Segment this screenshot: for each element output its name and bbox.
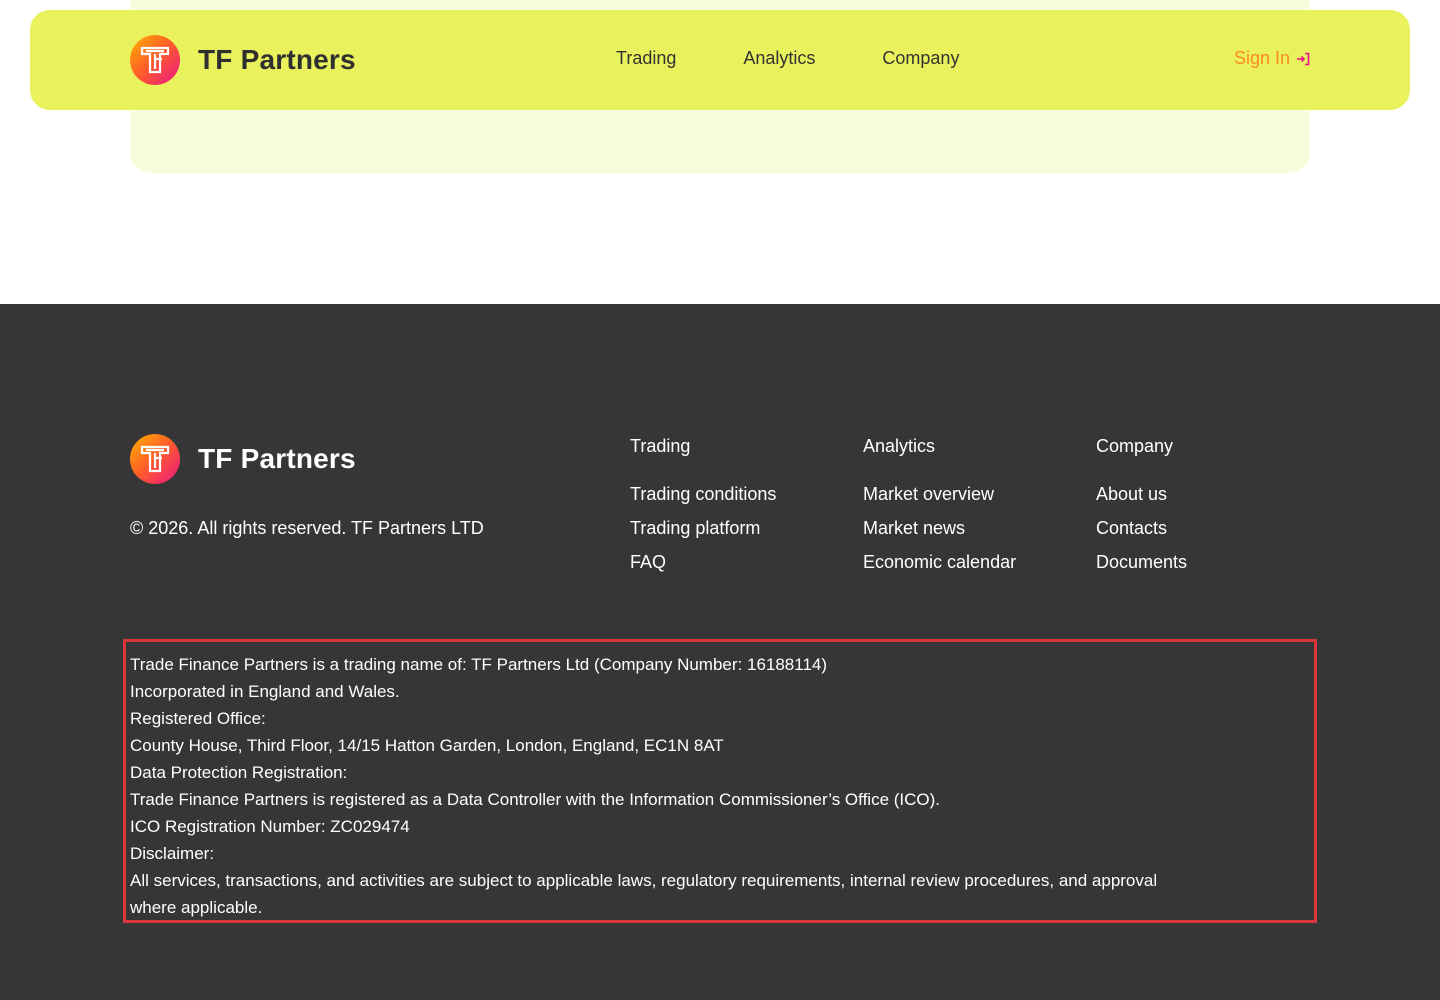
legal-line: ICO Registration Number: ZC029474 bbox=[130, 817, 410, 836]
footer-column-company: Company About us Contacts Documents bbox=[1096, 436, 1187, 585]
main-nav: Trading Analytics Company bbox=[616, 48, 1026, 69]
legal-line: Registered Office: bbox=[130, 709, 266, 728]
tf-logo-icon bbox=[130, 434, 180, 484]
footer-link-documents[interactable]: Documents bbox=[1096, 551, 1187, 585]
legal-line: Trade Finance Partners is registered as … bbox=[130, 790, 941, 809]
nav-item-trading[interactable]: Trading bbox=[616, 48, 676, 69]
footer-brand[interactable]: TF Partners bbox=[130, 434, 356, 484]
footer-link-trading-conditions[interactable]: Trading conditions bbox=[630, 483, 776, 517]
nav-item-analytics[interactable]: Analytics bbox=[743, 48, 815, 69]
legal-line: All services, transactions, and activiti… bbox=[130, 871, 1158, 890]
footer-link-market-news[interactable]: Market news bbox=[863, 517, 1016, 551]
page: TF Partners Trading Analytics Company Si… bbox=[0, 0, 1440, 1000]
copyright: © 2026. All rights reserved. TF Partners… bbox=[130, 518, 484, 538]
footer-column-trading: Trading Trading conditions Trading platf… bbox=[630, 436, 776, 585]
legal-line: Incorporated in England and Wales. bbox=[130, 682, 400, 701]
site-header: TF Partners Trading Analytics Company Si… bbox=[30, 10, 1410, 110]
footer-link-trading-platform[interactable]: Trading platform bbox=[630, 517, 776, 551]
legal-line: Trade Finance Partners is a trading name… bbox=[130, 655, 828, 674]
sign-in-arrow-icon bbox=[1296, 52, 1310, 66]
sign-in-button[interactable]: Sign In bbox=[1234, 48, 1310, 69]
footer-link-about-us[interactable]: About us bbox=[1096, 483, 1187, 517]
legal-line: where applicable. bbox=[130, 898, 263, 917]
footer-link-economic-calendar[interactable]: Economic calendar bbox=[863, 551, 1016, 585]
legal-line: Data Protection Registration: bbox=[130, 763, 348, 782]
legal-notice: Trade Finance Partners is a trading name… bbox=[123, 639, 1317, 923]
tf-logo-icon bbox=[130, 35, 180, 85]
footer-link-faq[interactable]: FAQ bbox=[630, 551, 776, 585]
footer-heading-trading[interactable]: Trading bbox=[630, 436, 776, 458]
footer-column-analytics: Analytics Market overview Market news Ec… bbox=[863, 436, 1016, 585]
site-footer: TF Partners © 2026. All rights reserved.… bbox=[0, 304, 1440, 1000]
sign-in-label: Sign In bbox=[1233, 48, 1290, 68]
footer-heading-company[interactable]: Company bbox=[1096, 436, 1187, 458]
legal-line: County House, Third Floor, 14/15 Hatton … bbox=[130, 736, 724, 755]
footer-heading-analytics[interactable]: Analytics bbox=[863, 436, 1016, 458]
legal-line: Disclaimer: bbox=[130, 844, 215, 863]
header-brand[interactable]: TF Partners bbox=[130, 35, 356, 85]
footer-brand-name: TF Partners bbox=[198, 443, 356, 474]
footer-link-market-overview[interactable]: Market overview bbox=[863, 483, 1016, 517]
brand-name: TF Partners bbox=[198, 44, 356, 75]
nav-item-company[interactable]: Company bbox=[882, 48, 959, 69]
footer-link-contacts[interactable]: Contacts bbox=[1096, 517, 1187, 551]
